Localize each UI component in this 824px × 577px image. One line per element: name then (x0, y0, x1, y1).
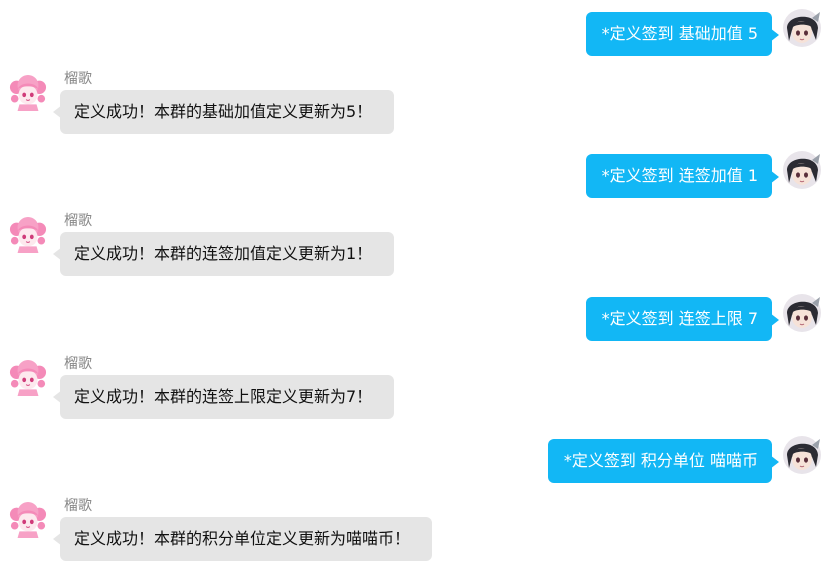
incoming-message: 榴歌 定义成功！本群的连签加值定义更新为1！ (0, 212, 824, 292)
outgoing-message: *定义签到 基础加值 5 (0, 4, 824, 56)
user-avatar-icon[interactable] (782, 435, 822, 475)
user-avatar-icon[interactable] (782, 8, 822, 48)
incoming-message: 榴歌 定义成功！本群的连签上限定义更新为7！ (0, 355, 824, 435)
bot-avatar-icon[interactable] (9, 74, 47, 112)
bot-avatar-icon[interactable] (9, 216, 47, 254)
incoming-bubble[interactable]: 定义成功！本群的连签加值定义更新为1！ (52, 232, 395, 276)
outgoing-bubble[interactable]: *定义签到 基础加值 5 (585, 12, 780, 56)
chat-window: *定义签到 基础加值 5 榴歌 定义成功！本群的基础加值定义更新为5！ *定义签… (0, 0, 824, 576)
sender-name: 榴歌 (64, 213, 92, 229)
incoming-bubble[interactable]: 定义成功！本群的积分单位定义更新为喵喵币！ (52, 517, 433, 561)
incoming-message: 榴歌 定义成功！本群的基础加值定义更新为5！ (0, 70, 824, 150)
sender-name: 榴歌 (64, 71, 92, 87)
bot-avatar-icon[interactable] (9, 359, 47, 397)
sender-name: 榴歌 (64, 498, 92, 514)
outgoing-message: *定义签到 连签加值 1 (0, 146, 824, 198)
outgoing-bubble[interactable]: *定义签到 连签上限 7 (585, 297, 780, 341)
outgoing-message: *定义签到 积分单位 喵喵币 (0, 431, 824, 483)
user-avatar-icon[interactable] (782, 293, 822, 333)
outgoing-message: *定义签到 连签上限 7 (0, 289, 824, 341)
outgoing-bubble[interactable]: *定义签到 连签加值 1 (585, 154, 780, 198)
outgoing-bubble[interactable]: *定义签到 积分单位 喵喵币 (547, 439, 780, 483)
bot-avatar-icon[interactable] (9, 501, 47, 539)
incoming-message: 榴歌 定义成功！本群的积分单位定义更新为喵喵币！ (0, 497, 824, 577)
incoming-bubble[interactable]: 定义成功！本群的基础加值定义更新为5！ (52, 90, 395, 134)
incoming-bubble[interactable]: 定义成功！本群的连签上限定义更新为7！ (52, 375, 395, 419)
sender-name: 榴歌 (64, 356, 92, 372)
user-avatar-icon[interactable] (782, 150, 822, 190)
